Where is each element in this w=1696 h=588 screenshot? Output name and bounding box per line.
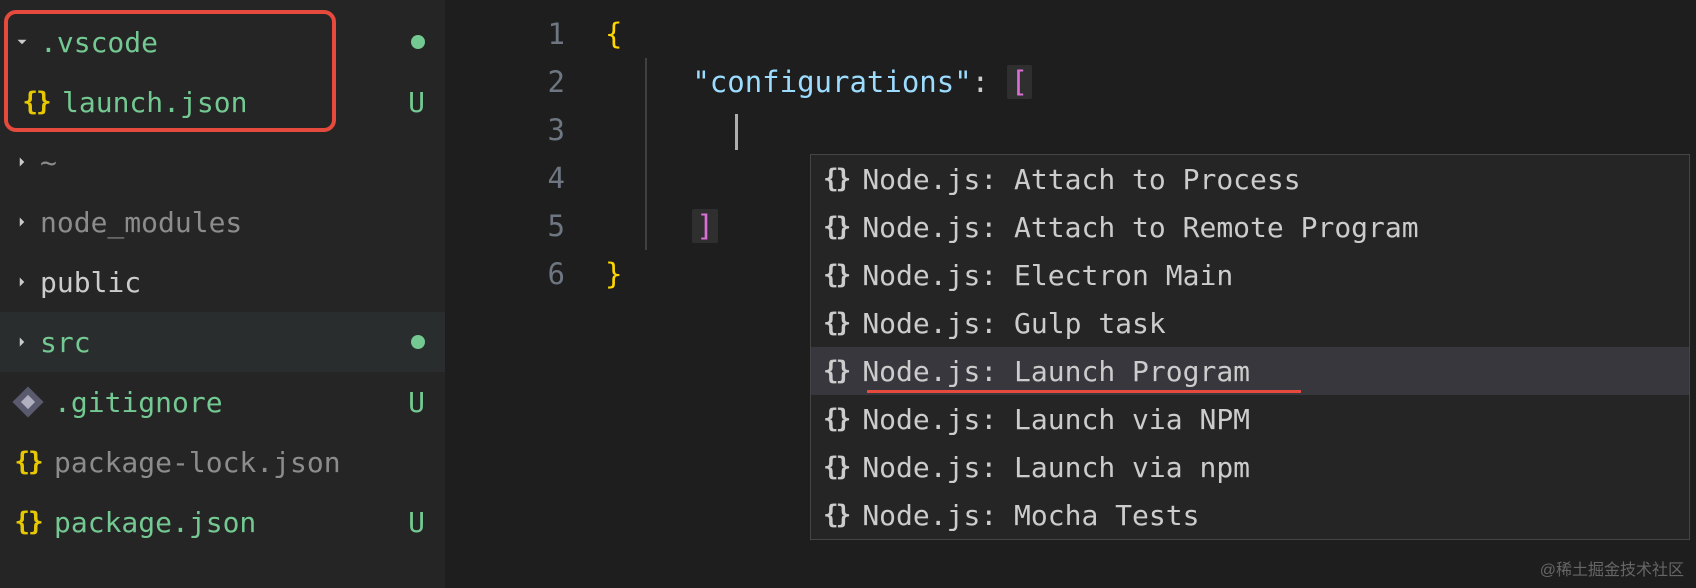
line-gutter: 123456 — [445, 0, 605, 588]
line-number: 1 — [445, 10, 565, 58]
json-icon: {} — [18, 87, 54, 117]
tree-item-package-lock-json[interactable]: {} package-lock.json — [0, 432, 445, 492]
git-untracked-badge: U — [408, 86, 425, 119]
suggestion-item[interactable]: {} Node.js: Electron Main — [811, 251, 1689, 299]
tree-item-package-json[interactable]: {} package.jsonU — [0, 492, 445, 552]
tree-item-public[interactable]: public — [0, 252, 445, 312]
line-number: 5 — [445, 202, 565, 250]
chevron-icon — [10, 33, 34, 51]
git-untracked-badge: U — [408, 506, 425, 539]
tree-item-node-modules[interactable]: node_modules — [0, 192, 445, 252]
tree-item--gitignore[interactable]: .gitignoreU — [0, 372, 445, 432]
suggestion-item[interactable]: {} Node.js: Mocha Tests — [811, 491, 1689, 539]
watermark: @稀土掘金技术社区 — [1540, 556, 1684, 580]
git-modified-dot — [411, 35, 425, 49]
snippet-icon: {} — [823, 212, 848, 242]
suggestion-label: Node.js: Attach to Remote Program — [862, 211, 1418, 244]
chevron-icon — [10, 213, 34, 231]
snippet-icon: {} — [823, 356, 848, 386]
tree-item--vscode[interactable]: .vscode — [0, 12, 445, 72]
tree-item--[interactable]: ~ — [0, 132, 445, 192]
snippet-icon: {} — [823, 308, 848, 338]
git-modified-dot — [411, 335, 425, 349]
gitignore-icon — [10, 391, 46, 413]
tree-item-launch-json[interactable]: {} launch.jsonU — [0, 72, 445, 132]
line-number: 4 — [445, 154, 565, 202]
suggestion-label: Node.js: Electron Main — [862, 259, 1233, 292]
suggestion-label: Node.js: Attach to Process — [862, 163, 1300, 196]
intellisense-popup: {} Node.js: Attach to Process {} Node.js: A… — [810, 154, 1690, 540]
cursor — [735, 114, 738, 150]
item-label: .gitignore — [54, 386, 408, 419]
snippet-icon: {} — [823, 164, 848, 194]
suggestion-label: Node.js: Gulp task — [862, 307, 1165, 340]
indent-guide — [645, 58, 647, 250]
item-label: package.json — [54, 506, 408, 539]
chevron-icon — [10, 273, 34, 291]
chevron-icon — [10, 333, 34, 351]
colon: : — [972, 65, 989, 99]
json-icon: {} — [10, 447, 46, 477]
file-explorer: .vscode{}launch.jsonU~node_modulespublic… — [0, 0, 445, 588]
suggestion-label: Node.js: Launch via npm — [862, 451, 1250, 484]
suggestion-item[interactable]: {} Node.js: Launch Program — [811, 347, 1689, 395]
item-label: .vscode — [40, 26, 411, 59]
snippet-icon: {} — [823, 404, 848, 434]
line-number: 2 — [445, 58, 565, 106]
suggestion-label: Node.js: Launch via NPM — [862, 403, 1250, 436]
item-label: launch.json — [62, 86, 408, 119]
snippet-icon: {} — [823, 260, 848, 290]
suggestion-item[interactable]: {} Node.js: Attach to Process — [811, 155, 1689, 203]
suggestion-label: Node.js: Launch Program — [862, 355, 1250, 388]
line-number: 6 — [445, 250, 565, 298]
item-label: node_modules — [40, 206, 425, 239]
suggestion-item[interactable]: {} Node.js: Gulp task — [811, 299, 1689, 347]
git-untracked-badge: U — [408, 386, 425, 419]
underline-annotation — [867, 390, 1301, 393]
item-label: public — [40, 266, 425, 299]
close-brace: } — [605, 257, 622, 291]
suggestion-item[interactable]: {} Node.js: Attach to Remote Program — [811, 203, 1689, 251]
suggestion-label: Node.js: Mocha Tests — [862, 499, 1199, 532]
line-number: 3 — [445, 106, 565, 154]
suggestion-item[interactable]: {} Node.js: Launch via NPM — [811, 395, 1689, 443]
item-label: package-lock.json — [54, 446, 425, 479]
item-label: src — [40, 326, 411, 359]
tree-item-src[interactable]: src — [0, 312, 445, 372]
json-key: "configurations" — [692, 65, 971, 99]
close-bracket: ] — [696, 209, 713, 243]
snippet-icon: {} — [823, 500, 848, 530]
json-icon: {} — [10, 507, 46, 537]
suggestion-item[interactable]: {} Node.js: Launch via npm — [811, 443, 1689, 491]
open-bracket: [ — [1011, 65, 1028, 99]
chevron-icon — [10, 153, 34, 171]
open-brace: { — [605, 17, 622, 51]
item-label: ~ — [40, 146, 425, 179]
snippet-icon: {} — [823, 452, 848, 482]
